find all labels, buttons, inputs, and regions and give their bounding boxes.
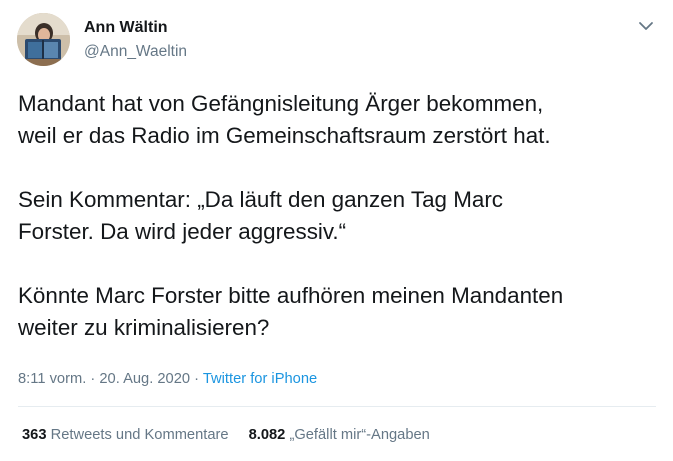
likes-count: 8.082 <box>248 427 286 443</box>
tweet-paragraph: Könnte Marc Forster bitte aufhören meine… <box>18 283 564 340</box>
avatar[interactable] <box>17 13 70 66</box>
meta-separator: · <box>194 371 200 387</box>
tweet-date[interactable]: 20. Aug. 2020 <box>99 371 190 387</box>
tweet-meta: 8:11 vorm. · 20. Aug. 2020 · Twitter for… <box>18 371 317 387</box>
meta-separator: · <box>90 371 96 387</box>
tweet-paragraph: Sein Kommentar: „Da läuft den ganzen Tag… <box>18 187 503 244</box>
tweet-source-link[interactable]: Twitter for iPhone <box>203 371 317 387</box>
likes-label: „Gefällt mir“-Angaben <box>289 427 430 443</box>
tweet-text: Mandant hat von Gefängnisleitung Ärger b… <box>18 88 658 344</box>
author-handle[interactable]: @Ann_Waeltin <box>84 43 187 61</box>
tweet-stats: 363 Retweets und Kommentare 8.082 „Gefäll… <box>22 427 430 443</box>
retweets-label: Retweets und Kommentare <box>50 427 229 443</box>
divider <box>18 406 656 407</box>
tweet-paragraph: Mandant hat von Gefängnisleitung Ärger b… <box>18 91 551 148</box>
likes-stat[interactable]: 8.082 „Gefällt mir“-Angaben <box>249 427 430 443</box>
tweet-card: Ann Wältin @Ann_Waeltin Mandant hat von … <box>0 0 673 461</box>
tweet-time[interactable]: 8:11 vorm. <box>18 371 86 387</box>
avatar-photo-icon <box>17 13 70 66</box>
author-name[interactable]: Ann Wältin <box>84 19 168 37</box>
retweets-count: 363 <box>22 427 47 443</box>
retweets-stat[interactable]: 363 Retweets und Kommentare <box>22 427 229 443</box>
chevron-down-icon[interactable] <box>636 18 656 34</box>
